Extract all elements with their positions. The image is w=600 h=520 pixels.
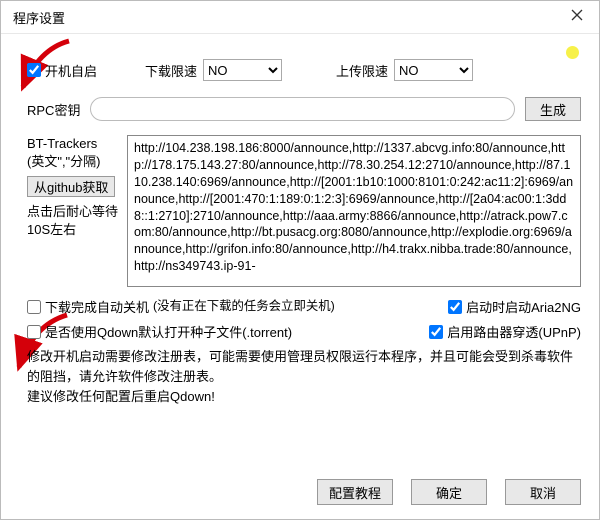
cancel-button[interactable]: 取消 <box>505 479 581 505</box>
settings-window: 程序设置 开机自启 下载限速 NO 上传限速 NO <box>0 0 600 520</box>
close-button[interactable] <box>563 3 591 31</box>
tutorial-button[interactable]: 配置教程 <box>317 479 393 505</box>
rpc-label: RPC密钥 <box>27 100 80 119</box>
notice-line1: 修改开机启动需要修改注册表，可能需要使用管理员权限运行本程序，并且可能会受到杀毒… <box>27 349 573 384</box>
shutdown-hint: (没有正在下载的任务会立即关机) <box>153 298 335 315</box>
trackers-block: BT-Trackers (英文","分隔) 从github获取 点击后耐心等待1… <box>27 135 581 287</box>
fetch-github-button[interactable]: 从github获取 <box>27 176 115 197</box>
notice-line2: 建议修改任何配置后重启Qdown! <box>27 389 215 404</box>
upload-speed-label: 上传限速 <box>336 61 388 80</box>
autostart-input[interactable] <box>27 63 41 77</box>
titlebar: 程序设置 <box>1 1 599 34</box>
shutdown-input[interactable] <box>27 300 41 314</box>
generate-button[interactable]: 生成 <box>525 97 581 121</box>
qdown-torrent-label: 是否使用Qdown默认打开种子文件(.torrent) <box>45 322 292 341</box>
aria2ng-label: 启动时启动Aria2NG <box>466 297 581 316</box>
aria2ng-input[interactable] <box>448 300 462 314</box>
row-torrent: 是否使用Qdown默认打开种子文件(.torrent) 启用路由器穿透(UPnP… <box>27 322 581 341</box>
window-title: 程序设置 <box>13 8 65 27</box>
qdown-torrent-checkbox[interactable]: 是否使用Qdown默认打开种子文件(.torrent) <box>27 322 292 341</box>
upload-speed-select[interactable]: NO <box>394 59 473 81</box>
autostart-label: 开机自启 <box>45 61 97 80</box>
trackers-left-panel: BT-Trackers (英文","分隔) 从github获取 点击后耐心等待1… <box>27 135 119 238</box>
options-block: 下载完成自动关机 (没有正在下载的任务会立即关机) 启动时启动Aria2NG 是… <box>27 297 581 341</box>
ok-button[interactable]: 确定 <box>411 479 487 505</box>
download-speed-select[interactable]: NO <box>203 59 282 81</box>
rpc-key-input[interactable] <box>90 97 515 121</box>
client-area: 开机自启 下载限速 NO 上传限速 NO RPC密钥 生成 BT-Tracker… <box>1 33 599 519</box>
aria2ng-checkbox[interactable]: 启动时启动Aria2NG <box>448 297 581 316</box>
footer-buttons: 配置教程 确定 取消 <box>317 479 581 505</box>
download-speed-label: 下载限速 <box>145 61 197 80</box>
trackers-note: 点击后耐心等待10S左右 <box>27 203 119 238</box>
trackers-sublabel: (英文","分隔) <box>27 154 101 169</box>
autostart-checkbox[interactable]: 开机自启 <box>27 61 97 80</box>
trackers-textarea[interactable] <box>127 135 581 287</box>
row-general: 开机自启 下载限速 NO 上传限速 NO <box>27 59 581 81</box>
trackers-label: BT-Trackers <box>27 136 97 151</box>
close-icon <box>571 8 583 26</box>
upnp-input[interactable] <box>429 325 443 339</box>
row-rpc: RPC密钥 生成 <box>27 97 581 121</box>
upnp-checkbox[interactable]: 启用路由器穿透(UPnP) <box>429 322 581 341</box>
row-shutdown: 下载完成自动关机 (没有正在下载的任务会立即关机) 启动时启动Aria2NG <box>27 297 581 316</box>
notice-paragraph: 修改开机启动需要修改注册表，可能需要使用管理员权限运行本程序，并且可能会受到杀毒… <box>27 347 581 407</box>
qdown-torrent-input[interactable] <box>27 325 41 339</box>
shutdown-checkbox[interactable]: 下载完成自动关机 <box>27 297 149 316</box>
shutdown-label: 下载完成自动关机 <box>45 297 149 316</box>
upnp-label: 启用路由器穿透(UPnP) <box>447 322 581 341</box>
